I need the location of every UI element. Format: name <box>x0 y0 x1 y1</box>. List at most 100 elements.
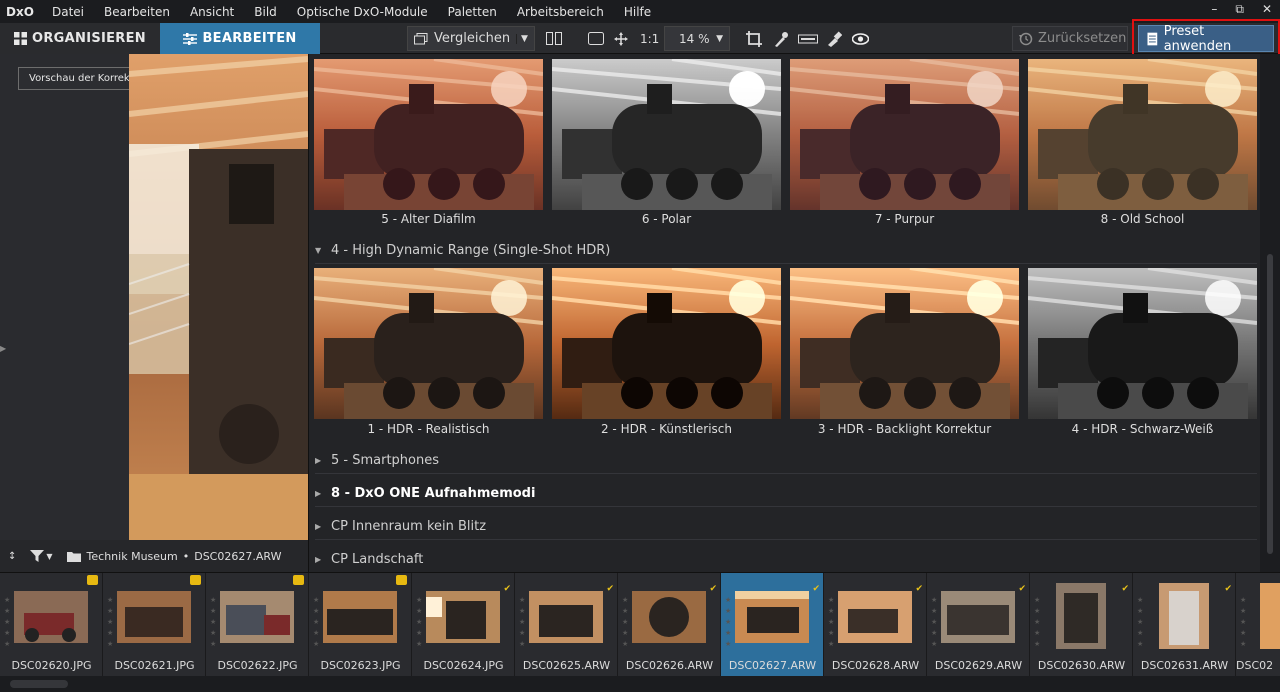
main-preview-image[interactable] <box>129 54 308 540</box>
film-label: DSC02626.ARW <box>625 659 714 672</box>
compare-button[interactable]: Vergleichen ▼ <box>407 26 535 51</box>
menu-bild[interactable]: Bild <box>244 5 287 19</box>
move-button[interactable] <box>614 26 628 51</box>
filmstrip-scrollbar[interactable] <box>0 676 1280 692</box>
fit-screen-button[interactable] <box>588 26 604 51</box>
eyedropper-button[interactable] <box>774 26 788 51</box>
film-item[interactable]: ★ ★ ★ ★ ★ ✔ DSC02625.ARW <box>515 573 618 677</box>
grid-icon <box>14 32 28 45</box>
menu-optische-module[interactable]: Optische DxO-Module <box>287 5 438 19</box>
sort-az-icon[interactable]: ↕ <box>8 551 16 562</box>
filmstrip: ★ ★ ★ ★ ★ DSC02620.JPG ★ ★ ★ ★ ★ DSC02621.JPG ★ ★… <box>0 572 1280 677</box>
preset-group-cp-innenraum[interactable]: ▶ CP Innenraum kein Blitz <box>315 514 1257 540</box>
preset-document-icon <box>1147 32 1158 45</box>
film-item[interactable]: ★ ★ ★ ★ ★ DSC02621.JPG <box>103 573 206 677</box>
app-logo: DxO <box>6 4 34 19</box>
film-thumbnail <box>1260 583 1280 649</box>
current-file-name: DSC02627.ARW <box>194 549 282 563</box>
menu-ansicht[interactable]: Ansicht <box>180 5 244 19</box>
tab-edit[interactable]: BEARBEITEN <box>160 23 320 54</box>
preset-thumb-purpur[interactable] <box>790 59 1019 210</box>
panel-collapse-arrow-icon[interactable]: ▶ <box>0 344 6 353</box>
preset-group-smartphones[interactable]: ▶ 5 - Smartphones <box>315 448 1257 474</box>
preset-thumb-hdr-realistisch[interactable] <box>314 268 543 419</box>
film-thumbnail <box>735 591 809 643</box>
tab-organize[interactable]: ORGANISIEREN <box>0 23 160 54</box>
chevron-down-icon[interactable]: ▼ <box>46 552 52 561</box>
rating-stars[interactable]: ★ ★ ★ ★ ★ <box>931 595 939 650</box>
check-icon: ✔ <box>915 584 923 594</box>
reset-button[interactable]: Zurücksetzen <box>1012 26 1128 51</box>
film-item[interactable]: ★ ★ ★ ★ ★ ✔ DSC02626.ARW <box>618 573 721 677</box>
rating-stars[interactable]: ★ ★ ★ ★ ★ <box>4 595 12 650</box>
preset-thumb-hdr-schwarz-weiss[interactable] <box>1028 268 1257 419</box>
scrollbar-thumb[interactable] <box>1267 254 1273 554</box>
rating-stars[interactable]: ★ ★ ★ ★ ★ <box>416 595 424 650</box>
film-label: DSC02628.ARW <box>831 659 920 672</box>
horizon-button[interactable] <box>798 26 818 51</box>
check-icon: ✔ <box>606 584 614 594</box>
preset-thumb-alter-diafilm[interactable] <box>314 59 543 210</box>
preset-caption: 3 - HDR - Backlight Korrektur <box>817 422 992 436</box>
chevron-down-icon[interactable]: ▼ <box>516 33 532 44</box>
restore-icon[interactable]: ⧉ <box>1235 2 1244 17</box>
zoom-select[interactable]: 14 % ▼ <box>664 26 730 51</box>
film-item[interactable]: ★ ★ ★ ★ ★ DSC02 <box>1236 573 1280 677</box>
close-icon[interactable]: ✕ <box>1262 2 1272 17</box>
split-view-button[interactable] <box>546 26 562 51</box>
zoom-one-to-one-button[interactable]: 1:1 <box>640 26 659 51</box>
menu-bearbeiten[interactable]: Bearbeiten <box>94 5 180 19</box>
menu-paletten[interactable]: Paletten <box>438 5 507 19</box>
rating-stars[interactable]: ★ ★ ★ ★ ★ <box>725 595 733 650</box>
tab-edit-label: BEARBEITEN <box>202 31 297 46</box>
rating-stars[interactable]: ★ ★ ★ ★ ★ <box>519 595 527 650</box>
film-item[interactable]: ★ ★ ★ ★ ★ DSC02622.JPG <box>206 573 309 677</box>
menu-datei[interactable]: Datei <box>42 5 94 19</box>
film-item[interactable]: ★ ★ ★ ★ ★ ✔ DSC02629.ARW <box>927 573 1030 677</box>
preset-apply-button[interactable]: Preset anwenden <box>1138 24 1274 54</box>
preset-panel-scrollbar[interactable] <box>1260 54 1280 580</box>
rating-stars[interactable]: ★ ★ ★ ★ ★ <box>313 595 321 650</box>
eye-icon <box>852 32 869 45</box>
film-label: DSC02624.JPG <box>423 659 504 672</box>
reset-icon <box>1019 32 1033 45</box>
film-item[interactable]: ★ ★ ★ ★ ★ DSC02623.JPG <box>309 573 412 677</box>
preview-eye-button[interactable] <box>852 26 869 51</box>
film-item[interactable]: ★ ★ ★ ★ ★ ✔ DSC02630.ARW <box>1030 573 1133 677</box>
check-icon: ✔ <box>1121 584 1129 594</box>
preset-group-label: CP Innenraum kein Blitz <box>331 519 487 534</box>
preset-group-dxo-one[interactable]: ▶ 8 - DxO ONE Aufnahmemodi <box>315 481 1257 507</box>
compare-icon <box>414 32 428 44</box>
menu-hilfe[interactable]: Hilfe <box>614 5 661 19</box>
rating-stars[interactable]: ★ ★ ★ ★ ★ <box>1034 595 1042 650</box>
repair-brush-button[interactable] <box>826 26 842 51</box>
rating-stars[interactable]: ★ ★ ★ ★ ★ <box>107 595 115 650</box>
folder-name[interactable]: Technik Museum <box>87 550 178 563</box>
preset-thumb-hdr-kuenstlerisch[interactable] <box>552 268 781 419</box>
filter-icon[interactable] <box>30 550 45 562</box>
film-item-selected[interactable]: ★ ★ ★ ★ ★ ✔ DSC02627.ARW <box>721 573 824 677</box>
preset-thumb-polar[interactable] <box>552 59 781 210</box>
preset-caption: 1 - HDR - Realistisch <box>367 422 490 436</box>
preset-thumb-hdr-backlight[interactable] <box>790 268 1019 419</box>
menu-arbeitsbereich[interactable]: Arbeitsbereich <box>507 5 614 19</box>
rating-stars[interactable]: ★ ★ ★ ★ ★ <box>828 595 836 650</box>
rating-stars[interactable]: ★ ★ ★ ★ ★ <box>1137 595 1145 650</box>
film-item[interactable]: ★ ★ ★ ★ ★ ✔ DSC02628.ARW <box>824 573 927 677</box>
film-thumbnail <box>14 591 88 643</box>
scrollbar-thumb[interactable] <box>10 680 68 688</box>
preset-thumb-old-school[interactable] <box>1028 59 1257 210</box>
preset-group-hdr[interactable]: ▼ 4 - High Dynamic Range (Single-Shot HD… <box>315 238 1257 264</box>
film-item[interactable]: ★ ★ ★ ★ ★ ✔ DSC02624.JPG <box>412 573 515 677</box>
minimize-icon[interactable]: – <box>1211 2 1217 17</box>
menu-bar: DxO Datei Bearbeiten Ansicht Bild Optisc… <box>0 0 1280 23</box>
film-item[interactable]: ★ ★ ★ ★ ★ ✔ DSC02631.ARW <box>1133 573 1236 677</box>
film-label: DSC02622.JPG <box>217 659 298 672</box>
film-item[interactable]: ★ ★ ★ ★ ★ DSC02620.JPG <box>0 573 103 677</box>
preset-group-cp-landschaft[interactable]: ▶ CP Landschaft <box>315 547 1257 573</box>
rating-stars[interactable]: ★ ★ ★ ★ ★ <box>210 595 218 650</box>
rating-stars[interactable]: ★ ★ ★ ★ ★ <box>622 595 630 650</box>
rating-stars[interactable]: ★ ★ ★ ★ ★ <box>1240 595 1248 650</box>
crop-button[interactable] <box>746 26 762 51</box>
chevron-down-icon[interactable]: ▼ <box>716 34 723 44</box>
